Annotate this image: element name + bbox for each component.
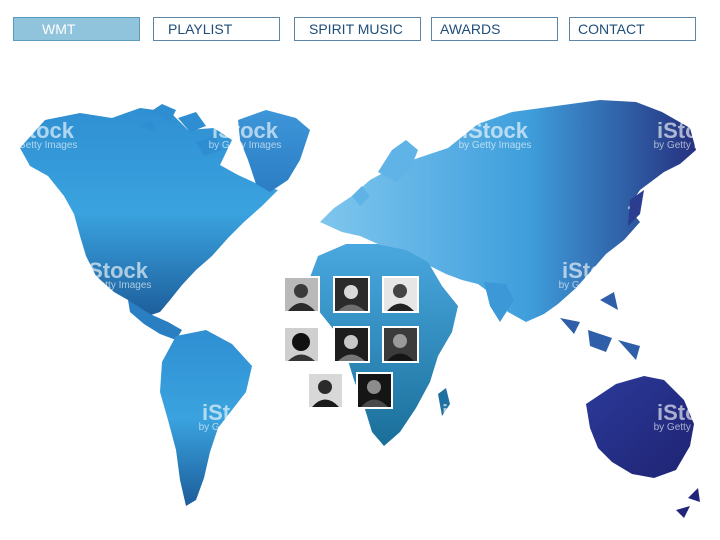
person-silhouette-icon: [285, 278, 318, 311]
person-silhouette-icon: [384, 278, 417, 311]
person-silhouette-icon: [335, 328, 368, 361]
artist-photo-4[interactable]: [283, 326, 320, 363]
southeast-asia-islands-shape: [560, 292, 640, 360]
artist-photo-1[interactable]: [283, 276, 320, 313]
artist-photo-5[interactable]: [333, 326, 370, 363]
greenland-shape: [238, 110, 310, 192]
nav-spirit-music-button[interactable]: SPIRIT MUSIC: [294, 17, 421, 41]
nav-awards-button[interactable]: AWARDS: [431, 17, 558, 41]
artist-photo-8[interactable]: [356, 372, 393, 409]
madagascar-shape: [438, 388, 450, 416]
australia-shape: [586, 376, 694, 478]
nav-wmt-button[interactable]: WMT: [13, 17, 140, 41]
nav-contact-button[interactable]: CONTACT: [569, 17, 696, 41]
person-silhouette-icon: [285, 328, 318, 361]
nav-playlist-button[interactable]: PLAYLIST: [153, 17, 280, 41]
person-silhouette-icon: [358, 374, 391, 407]
artist-photo-2[interactable]: [333, 276, 370, 313]
north-america-shape: [20, 108, 278, 318]
top-navigation: WMT PLAYLIST SPIRIT MUSIC AWARDS CONTACT: [13, 17, 703, 43]
new-zealand-shape: [676, 488, 700, 518]
person-silhouette-icon: [384, 328, 417, 361]
person-silhouette-icon: [335, 278, 368, 311]
person-silhouette-icon: [309, 374, 342, 407]
artist-photo-3[interactable]: [382, 276, 419, 313]
south-america-shape: [160, 330, 252, 506]
artist-photo-7[interactable]: [307, 372, 344, 409]
artist-photo-6[interactable]: [382, 326, 419, 363]
